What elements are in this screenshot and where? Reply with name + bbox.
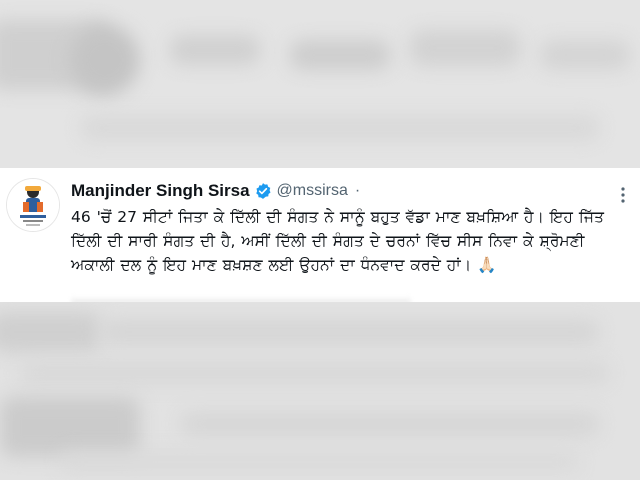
- verified-badge-icon: [254, 182, 272, 200]
- author-name[interactable]: Manjinder Singh Sirsa: [71, 181, 250, 201]
- more-options-icon[interactable]: [620, 186, 626, 204]
- avatar-image: [7, 179, 59, 231]
- author-handle[interactable]: @mssirsa: [277, 182, 348, 200]
- tweet-header: Manjinder Singh Sirsa @mssirsa ·: [71, 180, 360, 202]
- separator-dot: ·: [354, 182, 361, 199]
- profile-avatar[interactable]: [6, 178, 60, 232]
- tweet-text: 46 'ਚੋਂ 27 ਸੀਟਾਂ ਜਿਤਾ ਕੇ ਦਿੱਲੀ ਦੀ ਸੰਗਤ ਨ…: [71, 208, 604, 274]
- blurred-content-top: [0, 0, 640, 168]
- blurred-content-bottom: [0, 302, 640, 480]
